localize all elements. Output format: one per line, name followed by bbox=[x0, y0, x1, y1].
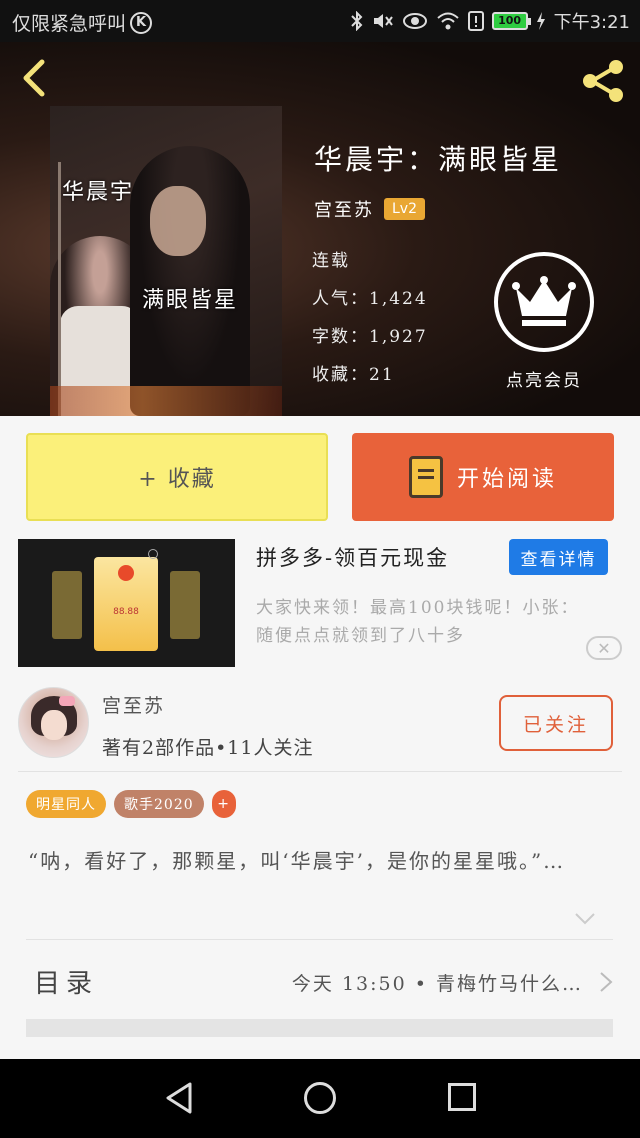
chevron-down-icon[interactable] bbox=[574, 912, 596, 926]
serial-status: 连载 bbox=[312, 251, 350, 271]
ad-image[interactable]: 88.88 bbox=[18, 539, 235, 667]
status-left: 仅限紧急呼叫 K bbox=[12, 9, 153, 36]
ad-amount: 88.88 bbox=[113, 607, 139, 617]
close-icon[interactable]: ✕ bbox=[586, 636, 622, 660]
cover-title-2: 满眼皆星 bbox=[142, 288, 239, 313]
toc-latest-chapter: 今天 13:50 • 青梅竹马什么… bbox=[291, 973, 583, 995]
table-of-contents-row[interactable]: 目录 今天 13:50 • 青梅竹马什么… bbox=[26, 945, 613, 1015]
ad-detail-button[interactable]: 查看详情 bbox=[509, 539, 608, 575]
start-reading-label: 开始阅读 bbox=[456, 467, 557, 492]
author-row: 宫至苏 Lv2 bbox=[314, 196, 425, 222]
book-icon bbox=[408, 456, 443, 498]
cover-stage-glow bbox=[50, 386, 282, 416]
divider bbox=[18, 771, 622, 772]
ad-side-card-right bbox=[170, 571, 200, 639]
clock: 下午3:21 bbox=[553, 12, 630, 33]
crown-icon bbox=[512, 276, 576, 326]
cover-figure-singer bbox=[130, 146, 250, 416]
tag-list: 明星同人 歌手2020 + bbox=[26, 790, 236, 818]
follow-button[interactable]: 已关注 bbox=[499, 695, 613, 751]
cover-mic-stand bbox=[58, 162, 61, 416]
sim-alert-icon bbox=[467, 11, 484, 31]
share-icon bbox=[583, 60, 623, 102]
start-reading-button[interactable]: 开始阅读 bbox=[352, 433, 614, 521]
eye-icon bbox=[402, 13, 427, 29]
ad-red-packet-card: 88.88 bbox=[94, 557, 158, 651]
book-title: 华晨宇：满眼皆星 bbox=[314, 143, 563, 176]
ad-red-envelope-icon bbox=[118, 565, 134, 581]
emergency-call-text: 仅限紧急呼叫 bbox=[12, 13, 127, 35]
vip-label[interactable]: 点亮会员 bbox=[494, 366, 594, 391]
mute-icon bbox=[373, 14, 393, 28]
header-author-name[interactable]: 宫至苏 bbox=[314, 196, 374, 222]
popularity-stat: 人气：1,424 bbox=[312, 289, 428, 309]
share-button[interactable] bbox=[578, 56, 628, 106]
word-count-stat: 字数：1,927 bbox=[312, 327, 428, 347]
vip-button[interactable] bbox=[494, 252, 594, 352]
back-button[interactable] bbox=[14, 56, 58, 100]
nav-recent-apps-icon[interactable] bbox=[448, 1083, 476, 1111]
level-badge: Lv2 bbox=[384, 198, 425, 220]
ad-side-card-left bbox=[52, 571, 82, 639]
avatar-face bbox=[41, 710, 67, 740]
charging-icon bbox=[536, 12, 545, 30]
nav-home-icon[interactable] bbox=[304, 1082, 336, 1114]
k-circle-icon: K bbox=[130, 11, 153, 34]
tag-item[interactable]: 明星同人 bbox=[26, 790, 106, 818]
section-separator bbox=[26, 1019, 613, 1037]
toc-label: 目录 bbox=[34, 969, 99, 999]
tag-item[interactable]: 歌手2020 bbox=[114, 790, 204, 818]
bluetooth-icon bbox=[350, 11, 362, 31]
ad-description: 大家快来领！最高100块钱呢！小张：随便点点就领到了八十多 bbox=[256, 598, 580, 646]
favorites-stat: 收藏：21 bbox=[312, 365, 395, 385]
collect-button[interactable]: + 收藏 bbox=[26, 433, 328, 521]
cover-title-1: 华晨宇 bbox=[62, 180, 135, 205]
author-stats: 著有2部作品•11人关注 bbox=[102, 737, 314, 759]
cover-singer-face bbox=[150, 186, 206, 256]
ad-inner-close-icon bbox=[148, 549, 158, 559]
avatar[interactable] bbox=[18, 687, 89, 758]
chevron-right-icon bbox=[600, 972, 613, 992]
book-header: 华晨宇 满眼皆星 华晨宇：满眼皆星 宫至苏 Lv2 连载 人气：1,424 字数… bbox=[0, 42, 640, 416]
nav-back-icon[interactable] bbox=[164, 1081, 194, 1115]
ad-title[interactable]: 拼多多-领百元现金 bbox=[256, 542, 449, 572]
divider bbox=[26, 939, 613, 940]
status-bar: 仅限紧急呼叫 K 100 下午3:21 bbox=[0, 0, 640, 42]
status-right: 100 下午3:21 bbox=[350, 8, 630, 34]
author-name[interactable]: 宫至苏 bbox=[102, 691, 165, 718]
avatar-bow bbox=[59, 696, 75, 706]
synopsis: “呐，看好了，那颗星，叫‘华晨宇’，是你的星星哦。”… bbox=[28, 849, 566, 873]
add-tag-button[interactable]: + bbox=[211, 790, 236, 818]
battery-icon: 100 bbox=[491, 12, 531, 30]
chevron-left-icon bbox=[23, 59, 45, 97]
wifi-icon bbox=[436, 12, 459, 30]
book-cover[interactable]: 华晨宇 满眼皆星 bbox=[50, 106, 282, 416]
system-nav-bar bbox=[0, 1059, 640, 1138]
